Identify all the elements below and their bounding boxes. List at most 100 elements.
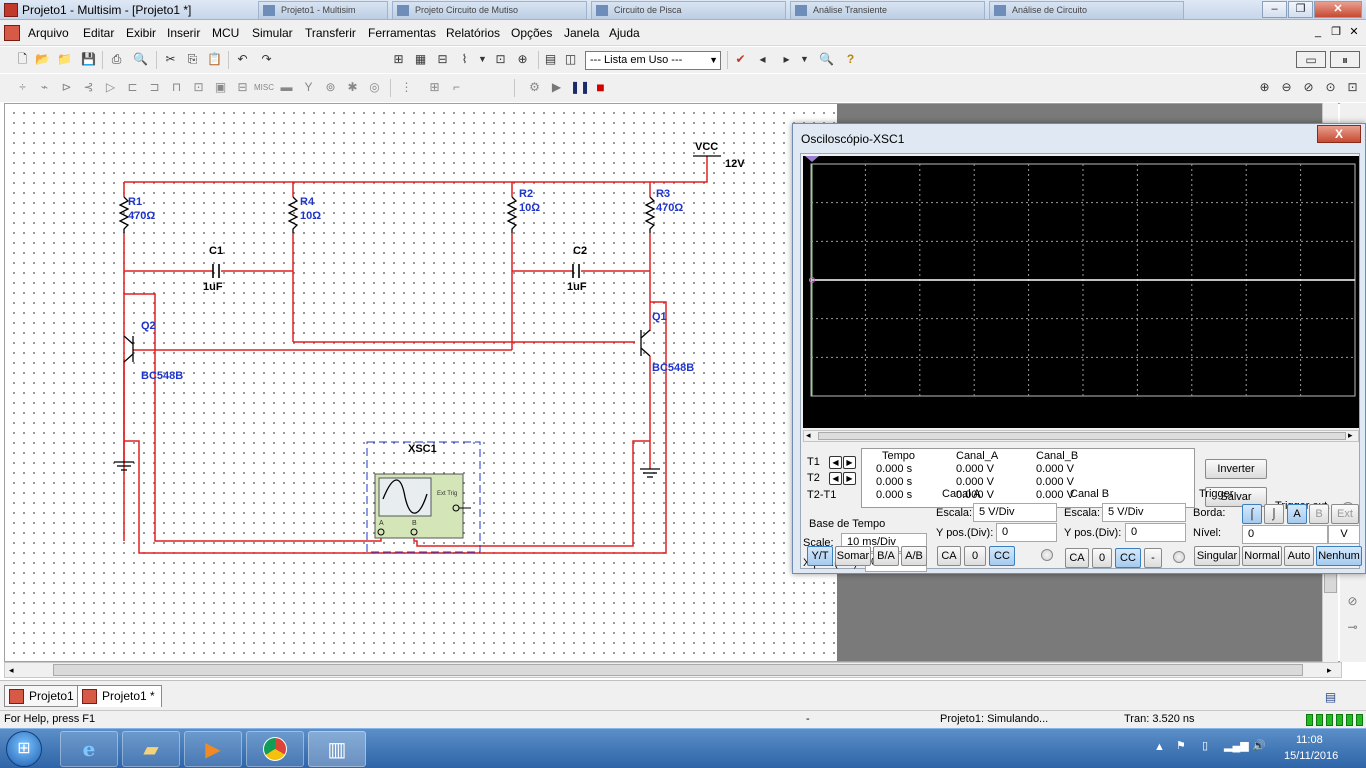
rising-edge-button[interactable]: ⌠ (1242, 504, 1262, 524)
instrument-view-icon[interactable]: ▭ (1296, 51, 1326, 68)
channel-a-terminal[interactable] (1041, 549, 1053, 561)
tab-projeto1-modified[interactable]: Projeto1 * (77, 685, 162, 707)
channel-b-zero-button[interactable]: 0 (1092, 548, 1112, 568)
trigger-level-unit[interactable]: V (1328, 525, 1360, 544)
paste-icon[interactable]: 📋 (206, 51, 223, 68)
oscilloscope-horizontal-scrollbar[interactable]: ◂ ▸ (803, 430, 1359, 442)
place-advanced-icon[interactable]: ▬ (278, 79, 295, 96)
menu-opcoes[interactable]: Opções (511, 26, 552, 40)
place-basic-icon[interactable]: ⌁ (36, 79, 53, 96)
print-preview-icon[interactable]: 🔍 (132, 51, 149, 68)
place-source-icon[interactable]: ÷ (14, 79, 31, 96)
grapher-icon[interactable]: ⌇ (456, 51, 473, 68)
place-misc-digital-icon[interactable]: ⊓ (168, 79, 185, 96)
find-examples-icon[interactable]: 🔍 (818, 51, 835, 68)
file-explorer-icon[interactable]: ▰ (122, 731, 180, 767)
oscilloscope-window[interactable]: Osciloscópio-XSC1 X ◂ ▸ T1 T2 T2-T1 ◀ ▶ … (792, 123, 1366, 574)
place-mixed-icon[interactable]: ⊡ (190, 79, 207, 96)
chevron-down-icon[interactable]: ▼ (474, 51, 491, 68)
copy-icon[interactable]: ⎘ (184, 51, 201, 68)
design-toolbox-icon[interactable]: ◫ (562, 51, 579, 68)
trigger-normal-button[interactable]: Normal (1242, 546, 1282, 566)
r3-symbol[interactable] (644, 196, 656, 233)
menu-transferir[interactable]: Transferir (305, 26, 356, 40)
menu-arquivo[interactable]: Arquivo (28, 26, 69, 40)
erc-check-icon[interactable]: ✔ (732, 51, 749, 68)
trigger-auto-button[interactable]: Auto (1284, 546, 1314, 566)
clock-time[interactable]: 11:08 (1296, 734, 1323, 746)
place-power-icon[interactable]: ⊟ (234, 79, 251, 96)
menu-inserir[interactable]: Inserir (167, 26, 200, 40)
channel-a-dc-button[interactable]: CC (989, 546, 1015, 566)
run-simulation-icon[interactable]: ▶ (548, 79, 565, 96)
channel-b-minus-button[interactable]: - (1144, 548, 1162, 568)
trigger-source-b-button[interactable]: B (1309, 504, 1329, 524)
place-rf-icon[interactable]: Y (300, 79, 317, 96)
place-diode-icon[interactable]: ⊳ (58, 79, 75, 96)
t1-left-arrow-icon[interactable]: ◀ (829, 456, 842, 469)
r4-symbol[interactable] (287, 196, 299, 233)
background-window-tab[interactable]: Análise de Circuito (989, 1, 1184, 19)
channel-a-ypos-field[interactable]: 0 (996, 523, 1057, 542)
grid-icon[interactable]: ▦ (412, 51, 429, 68)
menu-exibir[interactable]: Exibir (126, 26, 156, 40)
tab-projeto1[interactable]: Projeto1 (4, 685, 81, 707)
channel-b-dc-button[interactable]: CC (1115, 548, 1141, 568)
stop-simulation-icon[interactable]: ■ (592, 79, 609, 96)
chrome-icon[interactable] (246, 731, 304, 767)
t1-right-arrow-icon[interactable]: ▶ (843, 456, 856, 469)
menu-simular[interactable]: Simular (252, 26, 293, 40)
mdi-minimize-button[interactable]: _ (1310, 25, 1326, 40)
menu-janela[interactable]: Janela (564, 26, 599, 40)
current-probe-icon[interactable]: ⊸ (1344, 619, 1361, 636)
toggle-fullscreen-icon[interactable]: ⊞ (390, 51, 407, 68)
trigger-source-ext-button[interactable]: Ext (1331, 504, 1359, 524)
place-mcu-icon[interactable]: ✱ (344, 79, 361, 96)
new-file-icon[interactable]: 🗋 (14, 51, 31, 68)
signal-icon[interactable]: ▂▄▆ (1224, 739, 1249, 752)
maximize-button[interactable]: ❐ (1288, 1, 1313, 18)
place-indicator-icon[interactable]: ▣ (212, 79, 229, 96)
falling-edge-button[interactable]: ⌡ (1264, 504, 1284, 524)
zoom-area-icon[interactable]: ⊘ (1300, 79, 1317, 96)
help-icon[interactable]: ? (842, 51, 859, 68)
place-electromechanical-icon[interactable]: ⊚ (322, 79, 339, 96)
oscilloscope-close-button[interactable]: X (1317, 125, 1361, 143)
scroll-right-icon[interactable]: ▸ (1348, 430, 1353, 441)
scroll-right-icon[interactable]: ▸ (1327, 665, 1332, 676)
yt-mode-button[interactable]: Y/T (807, 546, 833, 566)
back-annotate-icon[interactable]: ◂ (754, 51, 771, 68)
trigger-level-field[interactable]: 0 (1242, 525, 1328, 544)
menu-mcu[interactable]: MCU (212, 26, 239, 40)
place-cmos-icon[interactable]: ⊐ (146, 79, 163, 96)
trigger-single-button[interactable]: Singular (1194, 546, 1240, 566)
postprocessor-icon[interactable]: ⊟ (434, 51, 451, 68)
pause-view-icon[interactable]: ⏸ (1330, 51, 1360, 68)
r1-symbol[interactable] (118, 196, 130, 233)
workspace-horizontal-scrollbar[interactable]: ◂ ▸ (4, 662, 1342, 678)
background-window-tab[interactable]: Análise Transiente (790, 1, 985, 19)
in-use-list-select[interactable]: --- Lista em Uso --- ▼ (585, 51, 721, 70)
volume-icon[interactable]: 🔊 (1252, 739, 1266, 752)
media-player-icon[interactable]: ▶ (184, 731, 242, 767)
zoom-out-icon[interactable]: ⊖ (1278, 79, 1295, 96)
channel-b-scale-field[interactable]: 5 V/Div (1102, 503, 1186, 522)
undo-icon[interactable]: ↶ (234, 51, 251, 68)
scroll-left-icon[interactable]: ◂ (806, 430, 811, 441)
place-analog-icon[interactable]: ▷ (102, 79, 119, 96)
trigger-none-button[interactable]: Nenhum (1316, 546, 1362, 566)
save-icon[interactable]: 💾 (80, 51, 97, 68)
ba-mode-button[interactable]: B/A (873, 546, 899, 566)
mdi-close-button[interactable]: ✕ (1346, 25, 1362, 40)
component-wizard-icon[interactable]: ⊕ (514, 51, 531, 68)
probe-icon[interactable]: ⊘ (1344, 593, 1361, 610)
channel-a-ac-button[interactable]: CA (937, 546, 961, 566)
background-window-tab[interactable]: Circuito de Pisca (591, 1, 786, 19)
open-folder-icon[interactable]: 📂 (34, 51, 51, 68)
place-hierarchical-icon[interactable]: ⋮ (398, 79, 415, 96)
cut-icon[interactable]: ✂ (162, 51, 179, 68)
chevron-down-icon[interactable]: ▼ (796, 51, 813, 68)
trigger-source-a-button[interactable]: A (1287, 504, 1307, 524)
mdi-restore-button[interactable]: ❐ (1328, 25, 1344, 40)
oscilloscope-scroll-thumb[interactable] (818, 432, 1346, 440)
